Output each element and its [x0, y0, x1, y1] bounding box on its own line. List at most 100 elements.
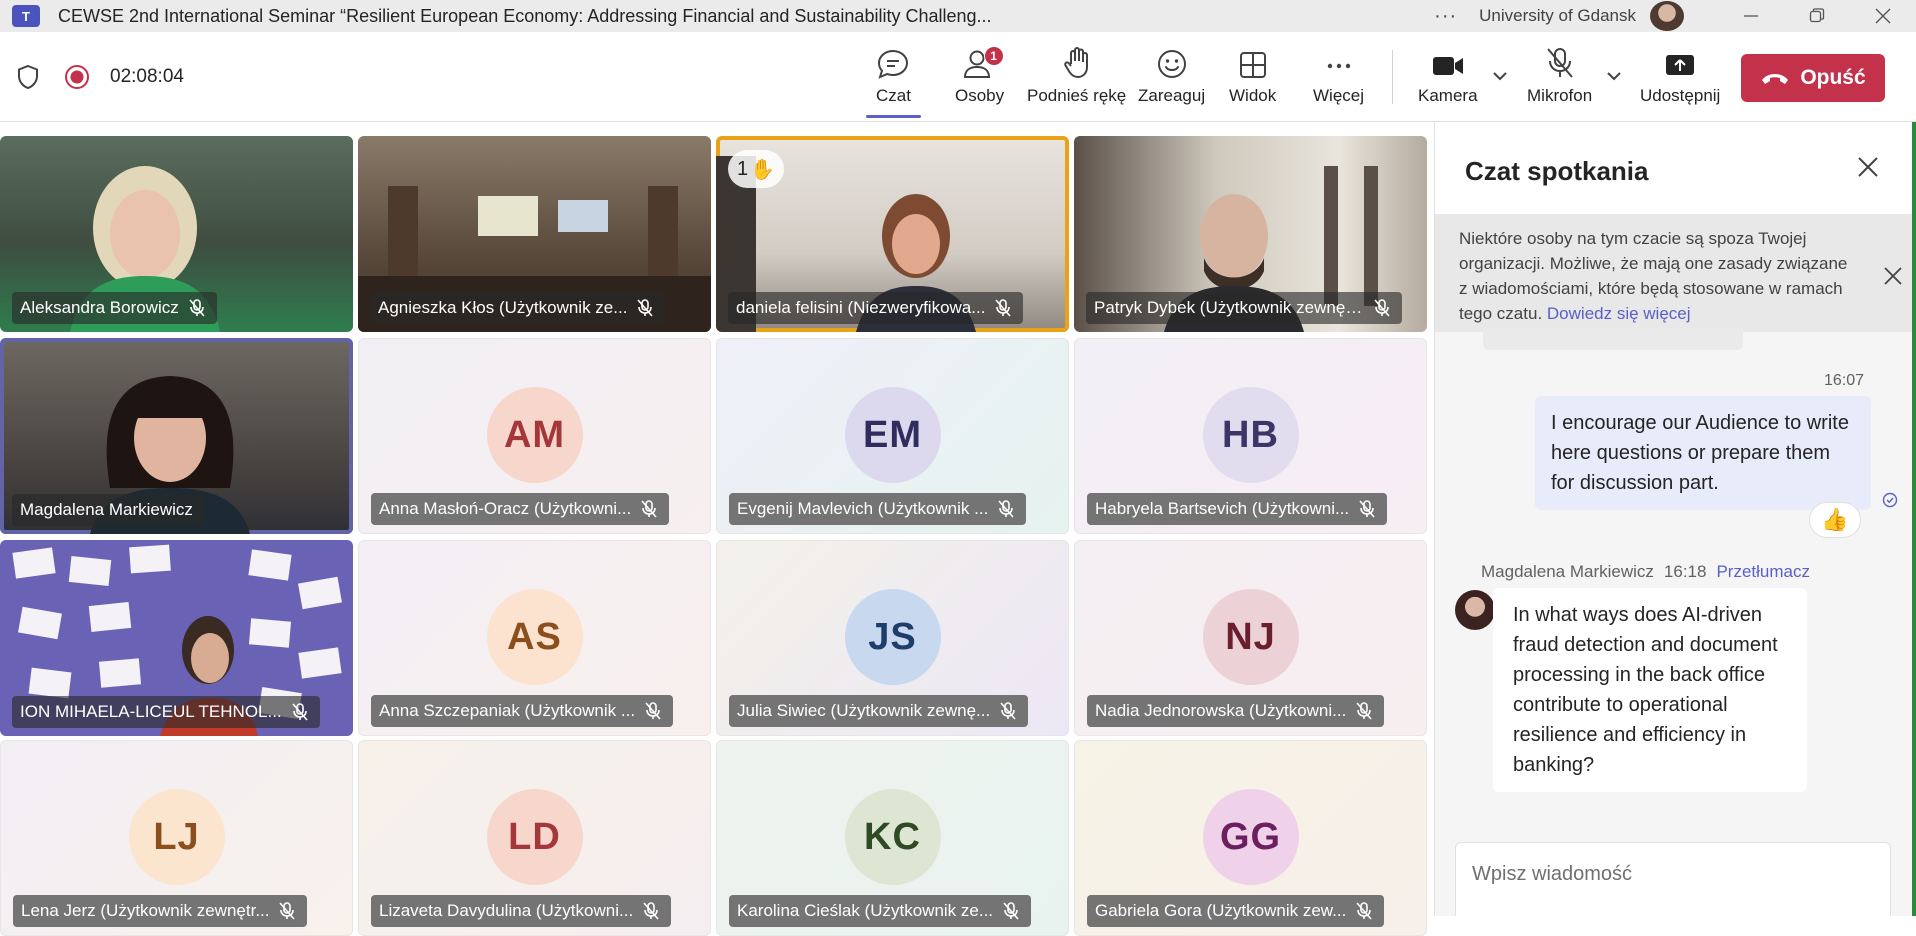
mic-chevron-down-icon[interactable] [1606, 70, 1622, 82]
share-button[interactable]: Udostępnij [1640, 46, 1720, 116]
share-button-label: Udostępnij [1640, 86, 1721, 105]
leave-button[interactable]: Opuść [1741, 54, 1885, 102]
minimize-icon [1744, 15, 1758, 17]
mic-off-icon [645, 702, 661, 720]
participant-initials: JS [844, 589, 941, 685]
video-tile-raised-hand[interactable]: 1 ✋ daniela felisini (Niezweryfikowa... [716, 136, 1069, 332]
sender-avatar[interactable] [1455, 590, 1495, 630]
participant-name-tag: Magdalena Markiewicz [12, 494, 205, 526]
close-icon [1875, 8, 1891, 24]
participant-initials: NJ [1202, 589, 1299, 685]
shield-icon[interactable] [16, 64, 40, 90]
video-tile-avatar[interactable]: KC Karolina Cieślak (Użytkownik ze... [716, 740, 1069, 936]
participant-initials: AS [486, 589, 583, 685]
notice-text: Niektóre osoby na tym czacie są spoza Tw… [1459, 226, 1859, 326]
participant-name: Nadia Jednorowska (Użytkowni... [1095, 701, 1347, 720]
restore-button[interactable] [1784, 0, 1850, 32]
video-tile-avatar[interactable]: HB Habryela Bartsevich (Użytkowni... [1074, 338, 1427, 534]
participant-name: Lizaveta Davydulina (Użytkowni... [379, 901, 634, 920]
video-tile-avatar[interactable]: GG Gabriela Gora (Użytkownik zew... [1074, 740, 1427, 936]
microphone-button[interactable]: Mikrofon [1527, 46, 1592, 116]
video-tile-avatar[interactable]: LJ Lena Jerz (Użytkownik zewnętr... [0, 740, 353, 936]
video-grid: Aleksandra Borowicz Agnieszka Kłos (Użyt… [0, 136, 1430, 936]
mic-off-icon [1374, 299, 1390, 317]
recording-icon [65, 65, 89, 89]
raise-hand-button[interactable]: Podnieś rękę [1027, 46, 1126, 116]
video-tile[interactable]: Patryk Dybek (Użytkownik zewnętrz... [1074, 136, 1427, 332]
video-tile-avatar[interactable]: JS Julia Siwiec (Użytkownik zewnę... [716, 540, 1069, 736]
user-avatar[interactable] [1650, 1, 1684, 31]
close-chat-icon[interactable] [1857, 156, 1879, 178]
mic-off-icon [998, 500, 1014, 518]
thumbs-up-reaction[interactable]: 👍 [1809, 502, 1861, 538]
mic-off-icon [1356, 702, 1372, 720]
video-tile-avatar[interactable]: LD Lizaveta Davydulina (Użytkowni... [358, 740, 711, 936]
message-input[interactable] [1472, 863, 1874, 886]
participant-initials: LD [486, 789, 583, 885]
more-options-icon[interactable]: ··· [1434, 5, 1457, 28]
participant-name: Anna Szczepaniak (Użytkownik ... [379, 701, 636, 720]
camera-button-label: Kamera [1418, 86, 1478, 105]
participant-name-tag: daniela felisini (Niezweryfikowa... [728, 292, 1024, 324]
video-tile[interactable]: Agnieszka Kłos (Użytkownik ze... [358, 136, 711, 332]
minimize-button[interactable] [1718, 0, 1784, 32]
more-button-label: Więcej [1313, 86, 1365, 105]
my-message-bubble[interactable]: I encourage our Audience to write here q… [1535, 396, 1871, 510]
participant-name-tag: Gabriela Gora (Użytkownik zew... [1087, 895, 1385, 927]
message-meta: Magdalena Markiewicz 16:18 Przetłumacz [1481, 562, 1810, 582]
meeting-chat-panel: Czat spotkania Niektóre osoby na tym cza… [1434, 122, 1916, 916]
mic-off-icon [1356, 902, 1372, 920]
chat-button[interactable]: Czat [866, 46, 921, 118]
translate-link[interactable]: Przetłumacz [1716, 562, 1810, 582]
organization-name[interactable]: University of Gdansk [1479, 6, 1636, 26]
participant-name-tag: Lizaveta Davydulina (Użytkowni... [371, 895, 672, 927]
message-timestamp: 16:07 [1823, 372, 1864, 389]
share-screen-icon [1666, 55, 1695, 75]
raise-hand-icon [1063, 47, 1088, 78]
camera-chevron-down-icon[interactable] [1492, 70, 1508, 82]
toolbar-divider [1392, 50, 1393, 104]
people-button[interactable]: 1 Osoby [955, 46, 1004, 116]
close-window-button[interactable] [1850, 0, 1916, 32]
view-button-label: Widok [1229, 86, 1277, 105]
participant-name-tag: Julia Siwiec (Użytkownik zewnę... [729, 695, 1029, 727]
more-icon [1327, 63, 1350, 69]
react-button[interactable]: Zareaguj [1138, 46, 1205, 116]
grid-view-icon [1239, 52, 1266, 78]
previous-message [1483, 328, 1743, 350]
mic-off-icon [279, 902, 296, 920]
mic-off-icon [643, 902, 659, 920]
title-bar: T CEWSE 2nd International Seminar “Resil… [0, 0, 1916, 32]
raised-hand-count: 1 [736, 157, 749, 180]
video-tile[interactable]: ION MIHAELA-LICEUL TEHNOL... [0, 540, 353, 736]
video-tile-avatar[interactable]: EM Evgenij Mavlevich (Użytkownik ... [716, 338, 1069, 534]
close-notice-icon[interactable] [1883, 266, 1903, 286]
meeting-timer: 02:08:04 [110, 66, 184, 87]
mic-off-icon [1359, 500, 1375, 518]
learn-more-link[interactable]: Dowiedz się więcej [1547, 304, 1691, 323]
video-tile-speaking[interactable]: Magdalena Markiewicz [0, 338, 353, 534]
view-button[interactable]: Widok [1229, 46, 1276, 116]
camera-button[interactable]: Kamera [1418, 46, 1478, 116]
video-tile-avatar[interactable]: AM Anna Masłoń-Oracz (Użytkowni... [358, 338, 711, 534]
meeting-toolbar: 02:08:04 Czat 1 Osoby Podnieś rękę Zarea… [0, 32, 1916, 122]
chat-title: Czat spotkania [1465, 156, 1649, 186]
more-button[interactable]: Więcej [1313, 46, 1364, 116]
sender-name: Magdalena Markiewicz [1481, 562, 1654, 581]
video-tile[interactable]: Aleksandra Borowicz [0, 136, 353, 332]
participant-name-tag: Aleksandra Borowicz [12, 292, 217, 324]
participant-name: Patryk Dybek (Użytkownik zewnętrz... [1094, 298, 1364, 317]
mic-off-icon [995, 299, 1012, 317]
incoming-message-bubble[interactable]: In what ways does AI-driven fraud detect… [1493, 588, 1807, 792]
video-tile-avatar[interactable]: AS Anna Szczepaniak (Użytkownik ... [358, 540, 711, 736]
participant-name: Karolina Cieślak (Użytkownik ze... [737, 901, 994, 920]
react-button-label: Zareaguj [1138, 86, 1206, 105]
raised-hand-indicator: 1 ✋ [728, 150, 784, 188]
message-compose-box[interactable] [1455, 842, 1891, 916]
participant-initials: EM [844, 387, 941, 483]
video-tile-avatar[interactable]: NJ Nadia Jednorowska (Użytkowni... [1074, 540, 1427, 736]
hand-icon: ✋ [750, 158, 776, 181]
participant-name-tag: Lena Jerz (Użytkownik zewnętr... [13, 895, 308, 927]
chat-header: Czat spotkania [1435, 122, 1916, 214]
participant-name: ION MIHAELA-LICEUL TEHNOL... [20, 702, 282, 721]
